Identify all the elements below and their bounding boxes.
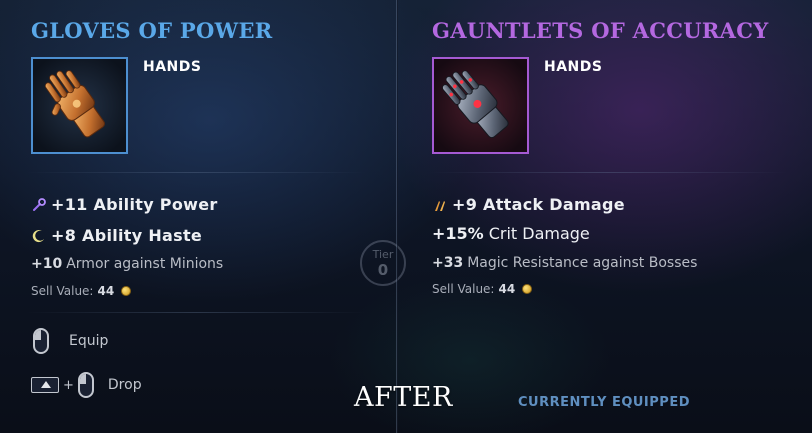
stat-value: +8 [51,226,77,245]
stat-magic-resist-bosses: +33 Magic Resistance against Bosses [432,255,697,271]
item-slot: HANDS [544,59,603,75]
sell-amount: 44 [97,284,115,298]
ability-haste-icon [32,229,44,242]
item-title: GLOVES OF POWER [31,18,273,43]
stat-label: Attack Damage [483,195,625,214]
stat-label: Armor against Minions [66,256,224,272]
gauntlet-steel-icon [434,59,527,152]
item-icon-frame [31,57,128,154]
divider [428,172,788,173]
sell-amount: 44 [498,282,516,296]
gold-coin-icon [522,284,533,294]
equipped-item-panel: GAUNTLETS OF ACCURACY HANDS +9 Attack Da… [397,0,812,433]
stat-attack-damage: +9 Attack Damage [432,195,625,214]
stat-value: +10 [31,256,63,272]
stat-value: +11 [51,195,88,214]
left-mouse-icon [77,372,94,398]
sell-value: Sell Value: 44 [31,284,132,298]
item-title: GAUNTLETS OF ACCURACY [432,18,769,43]
after-label: AFTER [354,382,453,413]
stat-value: +15% [432,224,484,243]
drop-label: Drop [107,377,142,393]
equip-action[interactable]: Equip [33,328,108,354]
stat-label: Crit Damage [488,224,590,243]
drop-action[interactable]: + Drop [31,372,142,398]
currently-equipped-label: CURRENTLY EQUIPPED [518,395,690,410]
stat-ability-power: +11 Ability Power [31,195,218,214]
stat-label: Magic Resistance against Bosses [467,255,698,271]
sell-label: Sell Value: [31,284,94,298]
divider [26,312,366,313]
stat-crit-damage: +15% Crit Damage [432,224,590,243]
plus-sign: + [63,377,74,393]
item-icon-frame [432,57,529,154]
stat-value: +9 [452,195,478,214]
item-compare-screen: Tier 0 GLOVES OF POWER HANDS +11 Ability… [0,0,812,433]
sell-value: Sell Value: 44 [432,282,533,296]
stat-armor-minions: +10 Armor against Minions [31,256,223,272]
attack-damage-icon [435,200,445,211]
stat-value: +33 [432,255,464,271]
ability-power-icon [33,197,46,211]
stat-label: Ability Haste [82,226,203,245]
sell-label: Sell Value: [432,282,495,296]
new-item-panel: GLOVES OF POWER HANDS +11 Ability Power … [0,0,397,433]
equip-label: Equip [69,333,109,349]
stat-ability-haste: +8 Ability Haste [31,226,202,245]
left-mouse-icon [33,328,49,354]
divider [26,172,366,173]
item-slot: HANDS [143,59,202,75]
gauntlet-gold-icon [33,59,126,152]
stat-label: Ability Power [93,195,218,214]
shift-key-icon [31,377,59,393]
gold-coin-icon [121,286,132,296]
